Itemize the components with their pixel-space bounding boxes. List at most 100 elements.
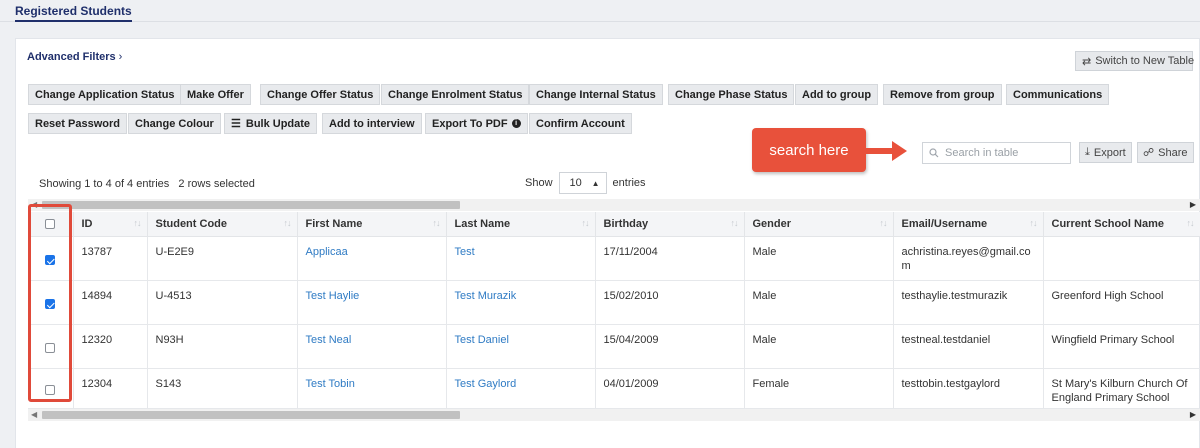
add-to-group-button[interactable]: Add to group [795, 84, 879, 105]
cell-last-name-link[interactable]: Test Gaylord [446, 368, 596, 409]
export-label: Export [1093, 146, 1126, 159]
row-checkbox[interactable] [45, 385, 56, 396]
change-internal-status-button[interactable]: Change Internal Status [529, 84, 663, 105]
column-header-last-name[interactable]: Last Name ↑↓ [446, 212, 596, 237]
select-all-checkbox[interactable] [45, 218, 56, 229]
search-icon [929, 148, 939, 158]
advanced-filters-toggle[interactable]: Advanced Filters › [27, 51, 122, 63]
selected-info: 2 rows selected [178, 178, 255, 190]
cell-email: achristina.reyes@gmail.co m [893, 236, 1044, 281]
info-icon: i [511, 119, 521, 128]
column-header-id[interactable]: ID ↑↓ [73, 212, 148, 237]
export-pdf-button[interactable]: Export To PDF i [425, 113, 528, 134]
up-down-icon: ▲︎ [591, 178, 600, 188]
cell-student-code: U-E2E9 [147, 236, 298, 281]
table-row[interactable]: 13787 U-E2E9 Applicaa Test 17/11/2004 Ma… [28, 236, 1200, 281]
cell-email: testtobin.testgaylord [893, 368, 1044, 409]
column-header-gender[interactable]: Gender ↑↓ [744, 212, 894, 237]
export-pdf-label: Export To PDF [432, 117, 508, 130]
column-label: Gender [752, 217, 792, 230]
entries-label: entries [612, 177, 646, 189]
column-header-email[interactable]: Email/Username ↑↓ [893, 212, 1044, 237]
cell-first-name-link[interactable]: Test Neal [297, 324, 447, 369]
cell-last-name-link[interactable]: Test Murazik [446, 280, 596, 325]
cell-id: 13787 [73, 236, 148, 281]
list-icon: ☰ [231, 118, 241, 130]
scroll-left-icon[interactable]: ◀ [31, 199, 37, 211]
communications-button[interactable]: Communications [1006, 84, 1110, 105]
scroll-right-icon[interactable]: ▶ [1190, 199, 1196, 211]
sort-icon: ↑↓ [432, 218, 441, 228]
change-application-status-button[interactable]: Change Application Status [28, 84, 182, 105]
confirm-account-button[interactable]: Confirm Account [529, 113, 632, 134]
switch-table-button[interactable]: ⇄ Switch to New Table [1075, 51, 1195, 71]
cell-first-name-link[interactable]: Test Haylie [297, 280, 447, 325]
column-label: Birthday [603, 217, 649, 230]
sort-icon: ↑↓ [283, 218, 292, 228]
column-label: Email/Username [901, 217, 988, 230]
remove-from-group-button[interactable]: Remove from group [883, 84, 1002, 105]
cell-student-code: S143 [147, 368, 298, 409]
top-horizontal-scrollbar[interactable]: ◀ ▶ [28, 199, 1200, 211]
cell-last-name-link[interactable]: Test Daniel [446, 324, 596, 369]
cell-school: Greenford High School [1043, 280, 1200, 325]
cell-school: St Mary's Kilburn Church Of England Prim… [1043, 368, 1200, 409]
column-header-birthday[interactable]: Birthday ↑↓ [595, 212, 745, 237]
column-label: Last Name [454, 217, 511, 230]
page-length-value: 10 [569, 177, 582, 189]
table-row[interactable]: 14894 U-4513 Test Haylie Test Murazik 15… [28, 280, 1200, 325]
cell-birthday: 15/04/2009 [595, 324, 745, 369]
cell-gender: Male [744, 236, 894, 281]
scroll-thumb[interactable] [42, 411, 460, 419]
row-checkbox[interactable] [45, 255, 56, 266]
bottom-horizontal-scrollbar[interactable]: ◀ ▶ [28, 409, 1200, 421]
change-phase-status-button[interactable]: Change Phase Status [668, 84, 795, 105]
column-label: ID [81, 217, 93, 230]
change-enrolment-status-button[interactable]: Change Enrolment Status [381, 84, 530, 105]
cell-school [1043, 236, 1200, 281]
cell-birthday: 15/02/2010 [595, 280, 745, 325]
scroll-thumb[interactable] [42, 201, 460, 209]
cell-first-name-link[interactable]: Test Tobin [297, 368, 447, 409]
bulk-update-button[interactable]: ☰ Bulk Update [224, 113, 318, 134]
tab-bar: Registered Students [0, 0, 1200, 22]
export-button[interactable]: ⤓ Export [1079, 142, 1132, 163]
make-offer-button[interactable]: Make Offer [180, 84, 251, 105]
scroll-right-icon[interactable]: ▶ [1190, 409, 1196, 421]
search-here-callout: search here [752, 128, 866, 172]
row-checkbox[interactable] [45, 343, 56, 354]
cell-id: 12320 [73, 324, 148, 369]
search-input[interactable]: Search in table [922, 142, 1071, 164]
cell-last-name-link[interactable]: Test [446, 236, 596, 281]
tab-registered-students[interactable]: Registered Students [15, 4, 132, 22]
reset-password-button[interactable]: Reset Password [28, 113, 127, 134]
table-row[interactable]: 12304 S143 Test Tobin Test Gaylord 04/01… [28, 368, 1200, 409]
cell-student-code: N93H [147, 324, 298, 369]
column-label: Student Code [155, 217, 228, 230]
row-select-cell [28, 280, 74, 325]
change-colour-button[interactable]: Change Colour [128, 113, 221, 134]
change-offer-status-button[interactable]: Change Offer Status [260, 84, 381, 105]
cell-student-code: U-4513 [147, 280, 298, 325]
advanced-filters-label: Advanced Filters [27, 51, 116, 63]
cell-gender: Female [744, 368, 894, 409]
share-button[interactable]: ☍ Share [1137, 142, 1194, 163]
page-length-control: Show 10 ▲︎ entries [525, 172, 646, 194]
table-row[interactable]: 12320 N93H Test Neal Test Daniel 15/04/2… [28, 324, 1200, 369]
cell-first-name-link[interactable]: Applicaa [297, 236, 447, 281]
add-to-interview-button[interactable]: Add to interview [322, 113, 422, 134]
table-info: Showing 1 to 4 of 4 entries 2 rows selec… [39, 178, 255, 190]
column-header-first-name[interactable]: First Name ↑↓ [297, 212, 447, 237]
column-header-student-code[interactable]: Student Code ↑↓ [147, 212, 298, 237]
row-select-cell [28, 324, 74, 369]
arrow-right-icon [864, 141, 907, 161]
column-header-school[interactable]: Current School Name ↑↓ [1043, 212, 1200, 237]
switch-table-label: Switch to New Table [1095, 55, 1195, 67]
scroll-left-icon[interactable]: ◀ [31, 409, 37, 421]
bulk-update-label: Bulk Update [245, 117, 311, 130]
chevron-right-icon: › [118, 51, 123, 63]
sort-icon: ↑↓ [581, 218, 590, 228]
row-checkbox[interactable] [45, 299, 56, 310]
page-length-select[interactable]: 10 ▲︎ [558, 172, 607, 194]
sort-icon: ↑↓ [133, 218, 142, 228]
